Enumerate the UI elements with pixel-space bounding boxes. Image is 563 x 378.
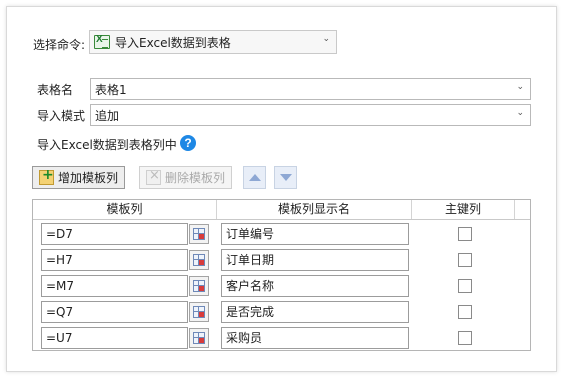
template-cell-input[interactable]: =U7	[41, 327, 188, 349]
delete-column-icon	[146, 168, 161, 185]
table-row: =D7 订单编号	[33, 221, 530, 247]
range-picker-button[interactable]	[189, 302, 209, 322]
chevron-down-icon: ⌄	[516, 108, 524, 118]
primary-key-checkbox[interactable]	[458, 331, 472, 345]
import-mode-label: 导入模式	[37, 109, 86, 123]
display-name-input[interactable]: 订单日期	[221, 249, 409, 271]
display-name-input[interactable]: 订单编号	[221, 223, 409, 245]
range-picker-button[interactable]	[189, 328, 209, 348]
primary-key-checkbox[interactable]	[458, 305, 472, 319]
table-row: =H7 订单日期	[33, 247, 530, 273]
chevron-down-icon: ⌄	[322, 34, 330, 44]
command-select-value: 导入Excel数据到表格	[115, 35, 231, 50]
column-header-template[interactable]: 模板列	[33, 200, 217, 219]
add-column-icon	[39, 167, 54, 185]
grid-header: 模板列 模板列显示名 主键列	[33, 200, 530, 220]
arrow-down-icon	[279, 174, 292, 181]
table-name-select[interactable]: 表格1 ⌄	[90, 78, 531, 100]
arrow-up-icon	[248, 174, 261, 181]
column-header-display-name[interactable]: 模板列显示名	[217, 200, 412, 219]
help-icon[interactable]: ?	[180, 135, 196, 151]
import-mode-select[interactable]: 追加 ⌄	[90, 104, 531, 126]
command-label: 选择命令:	[33, 38, 86, 52]
excel-import-icon	[94, 34, 110, 49]
delete-template-column-button[interactable]: 删除模板列	[139, 166, 233, 189]
display-name-input[interactable]: 客户名称	[221, 275, 409, 297]
display-name-input[interactable]: 采购员	[221, 327, 409, 349]
range-picker-button[interactable]	[189, 250, 209, 270]
range-picker-icon	[193, 280, 205, 292]
table-name-value: 表格1	[95, 82, 127, 97]
primary-key-checkbox[interactable]	[458, 253, 472, 267]
primary-key-checkbox[interactable]	[458, 279, 472, 293]
template-cell-input[interactable]: =D7	[41, 223, 188, 245]
range-picker-button[interactable]	[189, 276, 209, 296]
primary-key-checkbox[interactable]	[458, 227, 472, 241]
table-name-label: 表格名	[37, 83, 74, 97]
column-header-primary-key[interactable]: 主键列	[412, 200, 515, 219]
display-name-input[interactable]: 是否完成	[221, 301, 409, 323]
range-picker-icon	[193, 332, 205, 344]
template-cell-input[interactable]: =H7	[41, 249, 188, 271]
add-template-column-label: 增加模板列	[58, 171, 119, 185]
template-cell-input[interactable]: =Q7	[41, 301, 188, 323]
template-column-grid: 模板列 模板列显示名 主键列 =D7 订单编号 =H7 订单日期 =M7 客户名…	[32, 199, 531, 351]
add-template-column-button[interactable]: 增加模板列	[32, 166, 126, 189]
range-picker-icon	[193, 228, 205, 240]
table-row: =M7 客户名称	[33, 273, 530, 299]
range-picker-icon	[193, 306, 205, 318]
table-row: =Q7 是否完成	[33, 299, 530, 325]
template-cell-input[interactable]: =M7	[41, 275, 188, 297]
range-picker-button[interactable]	[189, 224, 209, 244]
section-label: 导入Excel数据到表格列中	[37, 138, 177, 152]
table-row: =U7 采购员	[33, 325, 530, 350]
move-down-button[interactable]	[274, 166, 297, 189]
import-mode-value: 追加	[95, 108, 120, 123]
command-select[interactable]: 导入Excel数据到表格 ⌄	[89, 30, 337, 54]
chevron-down-icon: ⌄	[516, 82, 524, 92]
range-picker-icon	[193, 254, 205, 266]
move-up-button[interactable]	[243, 166, 266, 189]
delete-template-column-label: 删除模板列	[165, 171, 226, 185]
